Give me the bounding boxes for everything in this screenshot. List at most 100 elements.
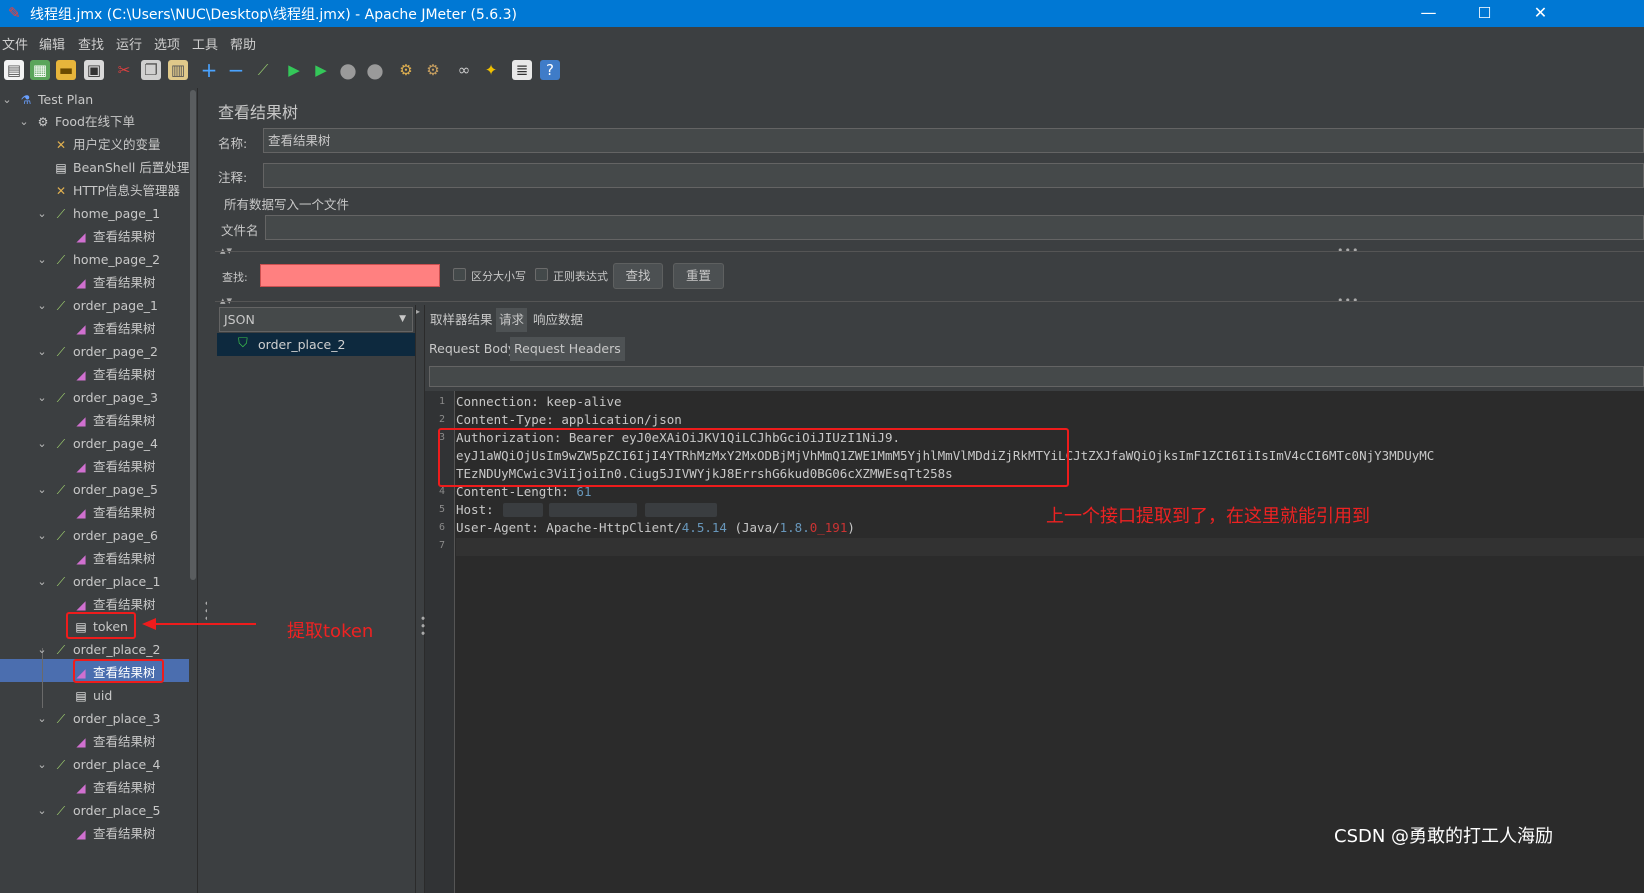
menu-search[interactable]: 查找 bbox=[78, 34, 104, 53]
comment-field[interactable] bbox=[263, 163, 1644, 188]
menu-file[interactable]: 文件 bbox=[2, 34, 28, 53]
menu-tools[interactable]: 工具 bbox=[192, 34, 218, 53]
tree-node[interactable]: ⟋ order_page_6 bbox=[53, 525, 158, 547]
result-splitter[interactable]: ••• ▸ bbox=[415, 305, 429, 893]
chevron-down-icon[interactable]: ⌄ bbox=[36, 295, 48, 317]
tab-request-body[interactable]: Request Body bbox=[426, 337, 518, 361]
tree-node[interactable]: ◢ 查看结果树 bbox=[73, 548, 155, 570]
copy-icon[interactable]: ❐ bbox=[141, 60, 161, 80]
expand-icon[interactable]: + bbox=[199, 60, 219, 80]
start-no-pause-icon[interactable]: ▶ bbox=[311, 60, 331, 80]
function-helper-icon[interactable]: ≣ bbox=[512, 60, 532, 80]
tree-scrollbar[interactable] bbox=[189, 88, 197, 893]
menu-edit[interactable]: 编辑 bbox=[39, 34, 65, 53]
chevron-down-icon[interactable]: ⌄ bbox=[1, 89, 13, 111]
tree-node[interactable]: ◢ 查看结果树 bbox=[73, 731, 155, 753]
chevron-down-icon[interactable]: ⌄ bbox=[36, 387, 48, 409]
tab-request-headers[interactable]: Request Headers bbox=[510, 337, 625, 361]
tree-node[interactable]: ◢ 查看结果树 bbox=[73, 410, 155, 432]
menu-help[interactable]: 帮助 bbox=[230, 34, 256, 53]
tree-node[interactable]: ◢ 查看结果树 bbox=[73, 226, 155, 248]
reset-search-icon[interactable]: ✦ bbox=[481, 60, 501, 80]
search-input[interactable] bbox=[260, 264, 440, 287]
tree-node[interactable]: ◢ 查看结果树 bbox=[73, 456, 155, 478]
tree-node[interactable]: ✕ 用户定义的变量 bbox=[53, 134, 161, 156]
filename-field[interactable] bbox=[265, 215, 1644, 240]
toggle-icon[interactable]: ⟋ bbox=[253, 60, 273, 80]
chevron-down-icon[interactable]: ⌄ bbox=[18, 111, 30, 133]
save-icon[interactable]: ▣ bbox=[84, 60, 104, 80]
templates-icon[interactable]: ▦ bbox=[30, 60, 50, 80]
name-field[interactable]: 查看结果树 bbox=[263, 128, 1644, 153]
tree-node[interactable]: ◢ 查看结果树 bbox=[73, 777, 155, 799]
tree-node[interactable]: ⟋ order_page_1 bbox=[53, 295, 158, 317]
chevron-down-icon[interactable]: ⌄ bbox=[36, 249, 48, 271]
reset-button[interactable]: 重置 bbox=[673, 263, 724, 289]
clear-all-icon[interactable]: ⚙ bbox=[423, 60, 443, 80]
maximize-button[interactable]: ☐ bbox=[1456, 0, 1513, 27]
tab-sampler-result[interactable]: 取样器结果 bbox=[427, 308, 496, 332]
tree-node[interactable]: ⟋ order_place_1 bbox=[53, 571, 161, 593]
tree-node[interactable]: ◢ 查看结果树 bbox=[73, 272, 155, 294]
tab-request[interactable]: 请求 bbox=[496, 308, 528, 332]
new-icon[interactable]: ▤ bbox=[4, 60, 24, 80]
tree-node[interactable]: ◢ 查看结果树 bbox=[73, 502, 155, 524]
shutdown-icon[interactable]: ● bbox=[365, 60, 385, 80]
regex-checkbox[interactable] bbox=[535, 268, 548, 281]
tree-splitter[interactable]: ••• bbox=[197, 88, 213, 893]
chevron-down-icon[interactable]: ⌄ bbox=[36, 571, 48, 593]
tree-node[interactable]: ◢ 查看结果树 bbox=[73, 318, 156, 340]
tree-node[interactable]: ▤ BeanShell 后置处理程 bbox=[53, 157, 190, 179]
tree-node-label: Test Plan bbox=[38, 92, 94, 107]
search-label: 查找: bbox=[222, 271, 248, 284]
tree-node[interactable]: ⚙ Food在线下单 bbox=[35, 111, 135, 133]
chevron-down-icon[interactable]: ⌄ bbox=[36, 479, 48, 501]
minimize-button[interactable]: — bbox=[1400, 0, 1457, 27]
tree-node[interactable]: ⟋ order_place_3 bbox=[53, 708, 161, 730]
tree-node[interactable]: ⟋ home_page_2 bbox=[53, 249, 160, 271]
start-icon[interactable]: ▶ bbox=[284, 60, 304, 80]
tree-node-label: 查看结果树 bbox=[93, 321, 156, 336]
chevron-down-icon[interactable]: ⌄ bbox=[36, 433, 48, 455]
chevron-down-icon[interactable]: ⌄ bbox=[36, 800, 48, 822]
tree-node[interactable]: ⟋ order_page_4 bbox=[53, 433, 158, 455]
tree-node[interactable]: ◢ 查看结果树 bbox=[73, 364, 155, 386]
result-item[interactable]: ⛉ order_place_2 bbox=[217, 333, 415, 356]
tree-node[interactable]: ⟋ order_place_2 bbox=[53, 639, 161, 661]
line-number: 7 bbox=[438, 540, 445, 551]
menu-run[interactable]: 运行 bbox=[116, 34, 142, 53]
tree-node[interactable]: ⟋ order_page_5 bbox=[53, 479, 158, 501]
tree-node[interactable]: ▤ uid bbox=[73, 685, 112, 707]
help-icon[interactable]: ? bbox=[540, 60, 560, 80]
tree-node[interactable]: ⟋ home_page_1 bbox=[53, 203, 160, 225]
chevron-down-icon[interactable]: ⌄ bbox=[36, 754, 48, 776]
tree-node[interactable]: ⟋ order_place_5 bbox=[53, 800, 161, 822]
renderer-select[interactable]: JSON ▼ bbox=[219, 307, 413, 332]
close-button[interactable]: ✕ bbox=[1512, 0, 1569, 27]
chevron-down-icon[interactable]: ⌄ bbox=[36, 341, 48, 363]
tree-node[interactable]: ⟋ order_page_3 bbox=[53, 387, 158, 409]
chevron-down-icon[interactable]: ⌄ bbox=[36, 708, 48, 730]
tree-node[interactable]: ⚗ Test Plan bbox=[18, 89, 94, 111]
search-binoculars-icon[interactable]: ∞ bbox=[454, 60, 474, 80]
chevron-down-icon[interactable]: ⌄ bbox=[36, 525, 48, 547]
menu-options[interactable]: 选项 bbox=[154, 34, 180, 53]
find-button[interactable]: 查找 bbox=[613, 263, 663, 289]
cut-icon[interactable]: ✂ bbox=[114, 60, 134, 80]
chevron-down-icon[interactable]: ⌄ bbox=[36, 639, 48, 661]
tree-node[interactable]: ⟋ order_page_2 bbox=[53, 341, 158, 363]
stop-icon[interactable]: ● bbox=[338, 60, 358, 80]
clear-icon[interactable]: ⚙ bbox=[396, 60, 416, 80]
tree-node[interactable]: ✕ HTTP信息头管理器 bbox=[53, 180, 180, 202]
window-title: 线程组.jmx (C:\Users\NUC\Desktop\线程组.jmx) -… bbox=[30, 7, 517, 23]
pipette-icon: ⟋ bbox=[56, 253, 66, 267]
tree-node[interactable]: ⟋ order_place_4 bbox=[53, 754, 161, 776]
tab-response-data[interactable]: 响应数据 bbox=[530, 308, 586, 332]
chevron-down-icon[interactable]: ⌄ bbox=[36, 203, 48, 225]
open-icon[interactable]: ▬ bbox=[56, 60, 76, 80]
tree-node[interactable]: ◢ 查看结果树 bbox=[73, 823, 155, 845]
case-sensitive-checkbox[interactable] bbox=[453, 268, 466, 281]
headers-search-field[interactable] bbox=[429, 366, 1644, 387]
paste-icon[interactable]: ▥ bbox=[168, 60, 188, 80]
collapse-icon[interactable]: − bbox=[226, 60, 246, 80]
